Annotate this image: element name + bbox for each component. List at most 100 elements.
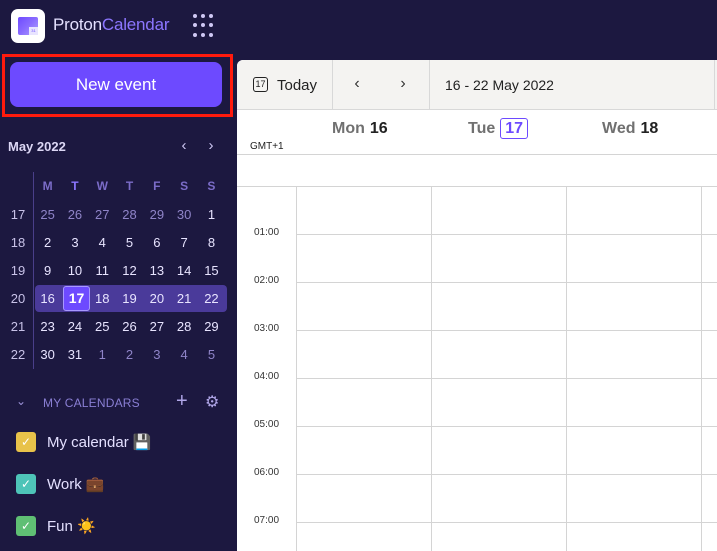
today-button[interactable]: 17 Today [237,60,333,110]
hour-line [296,378,717,379]
day-header[interactable]: Wed 18 [602,120,658,138]
brand-calendar: Calendar [101,15,170,34]
mini-day[interactable]: 8 [198,235,225,250]
week-number[interactable]: 20 [6,291,30,306]
week-navigation: ‹ › [333,60,430,110]
gear-icon[interactable]: ⚙ [205,392,219,412]
week-view: 17 Today ‹ › 16 - 22 May 2022 Mon 16 Tue 1… [237,60,717,551]
mini-week-row: 21 23 24 25 26 27 28 29 [6,312,225,340]
week-number[interactable]: 22 [6,347,30,362]
mini-day[interactable]: 27 [89,207,116,222]
hour-label: 03:00 [254,323,280,334]
my-calendars-heading[interactable]: MY CALENDARS [43,396,140,410]
mini-day[interactable]: 25 [34,207,61,222]
mini-day[interactable]: 29 [143,207,170,222]
calendar-label: Fun ☀️ [47,518,96,535]
weekday-label: W [96,179,108,193]
mini-day[interactable]: 5 [116,235,143,250]
calendar-checkbox[interactable]: ✓ [16,432,36,452]
hour-line [296,234,717,235]
mini-day[interactable]: 1 [198,207,225,222]
mini-week-row: 19 9 10 11 12 13 14 15 [6,256,225,284]
hour-label: 06:00 [254,467,280,478]
mini-day[interactable]: 20 [143,291,170,306]
mini-day[interactable]: 24 [61,319,88,334]
mini-day[interactable]: 22 [198,291,225,306]
mini-day[interactable]: 9 [34,263,61,278]
mini-day[interactable]: 16 [34,291,61,306]
mini-day[interactable]: 6 [143,235,170,250]
mini-day[interactable]: 5 [198,347,225,362]
add-calendar-icon[interactable]: + [176,390,188,413]
grid-column-line [431,186,432,551]
new-event-button[interactable]: New event [10,62,222,107]
mini-day[interactable]: 30 [170,207,197,222]
mini-day[interactable]: 25 [89,319,116,334]
week-number[interactable]: 21 [6,319,30,334]
mini-day[interactable]: 21 [170,291,197,306]
mini-day[interactable]: 3 [61,235,88,250]
hour-label: 01:00 [254,227,280,238]
mini-day[interactable]: 12 [116,263,143,278]
mini-week-row: 18 2 3 4 5 6 7 8 [6,228,225,256]
mini-day[interactable]: 28 [170,319,197,334]
mini-day[interactable]: 23 [34,319,61,334]
toolbar-divider [714,60,715,110]
mini-day[interactable]: 27 [143,319,170,334]
mini-day[interactable]: 13 [143,263,170,278]
chevron-down-icon[interactable]: ⌄ [16,394,26,408]
brand-name: ProtonCalendar [53,15,169,35]
mini-day-today-marker[interactable]: 17 [63,286,90,311]
mini-day[interactable]: 18 [89,291,116,306]
grid-column-line [701,186,702,551]
mini-day[interactable]: 28 [116,207,143,222]
mini-day[interactable]: 31 [61,347,88,362]
hour-line [296,282,717,283]
mini-calendar-prev-icon[interactable]: ‹ [176,136,192,156]
mini-day[interactable]: 3 [143,347,170,362]
hour-line [296,426,717,427]
apps-grid-icon[interactable] [193,14,217,38]
mini-day[interactable]: 4 [170,347,197,362]
mini-day[interactable]: 11 [89,263,116,278]
weekday-label: F [153,179,161,193]
next-week-icon[interactable]: › [395,75,411,93]
day-header-today[interactable]: Tue 17 [468,118,529,139]
mini-day[interactable]: 10 [61,263,88,278]
mini-day[interactable]: 26 [61,207,88,222]
hour-label: 02:00 [254,275,280,286]
mini-calendar-next-icon[interactable]: › [203,136,219,156]
mini-day[interactable]: 2 [116,347,143,362]
proton-calendar-logo-icon[interactable]: 31 [11,9,45,43]
mini-day[interactable]: 30 [34,347,61,362]
mini-day[interactable]: 29 [198,319,225,334]
week-number[interactable]: 19 [6,263,30,278]
day-header[interactable]: Mon 16 [332,120,388,138]
mini-week-row-selected: 20 16 18 19 20 21 22 [6,284,225,312]
mini-day[interactable]: 2 [34,235,61,250]
week-number[interactable]: 18 [6,235,30,250]
calendar-item[interactable]: ✓ Work 💼 [16,474,226,496]
calendar-item[interactable]: ✓ Fun ☀️ [16,516,226,538]
calendar-item[interactable]: ✓ My calendar 💾 [16,432,226,454]
calendar-checkbox[interactable]: ✓ [16,516,36,536]
previous-week-icon[interactable]: ‹ [349,75,365,93]
mini-calendar-grid: M T W T F S S 17 25 26 27 28 29 30 1 18 … [6,172,225,368]
week-number[interactable]: 17 [6,207,30,222]
mini-day[interactable]: 14 [170,263,197,278]
mini-day[interactable]: 19 [116,291,143,306]
allday-divider [237,186,717,187]
brand-proton: Proton [53,15,102,34]
grid-column-line [296,186,297,551]
hour-line [296,474,717,475]
mini-day[interactable]: 7 [170,235,197,250]
mini-day[interactable]: 1 [89,347,116,362]
hour-line [296,522,717,523]
mini-day[interactable]: 15 [198,263,225,278]
calendar-label: Work 💼 [47,476,105,493]
calendar-checkbox[interactable]: ✓ [16,474,36,494]
mini-day[interactable]: 4 [89,235,116,250]
grid-column-line [566,186,567,551]
mini-day[interactable]: 26 [116,319,143,334]
header-divider [237,154,717,155]
